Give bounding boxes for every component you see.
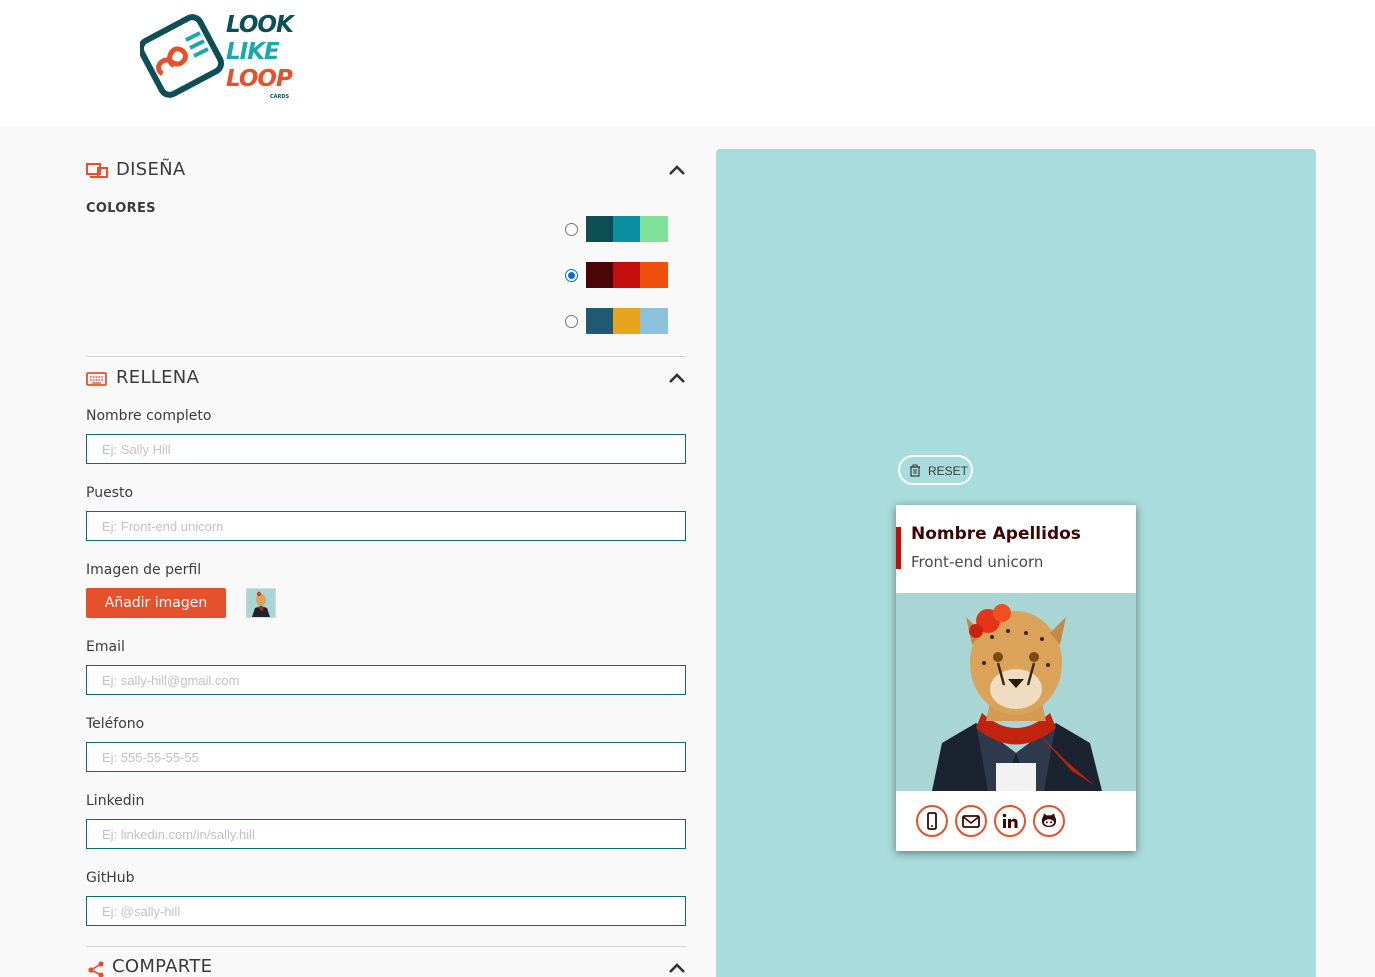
design-section-title: DISEÑA	[116, 159, 186, 180]
colors-label: COLORES	[86, 201, 156, 216]
card-preview-panel: RESET Nombre Apellidos Front-end unicorn	[716, 149, 1316, 977]
palette-3-color-2	[613, 308, 640, 334]
phone-input[interactable]	[86, 742, 686, 772]
fill-section-header[interactable]: RELLENA	[86, 364, 686, 394]
profile-image-thumbnail	[246, 588, 276, 618]
logo-line-look: LOOK	[226, 12, 294, 38]
share-icon	[88, 961, 104, 977]
palette-radio-3[interactable]	[565, 315, 578, 328]
chevron-up-icon[interactable]	[668, 371, 686, 385]
reset-label: RESET	[928, 464, 969, 478]
reset-button[interactable]: RESET	[898, 455, 973, 485]
github-icon[interactable]	[1033, 805, 1065, 837]
name-input[interactable]	[86, 434, 686, 464]
trash-icon	[910, 464, 920, 477]
linkedin-icon[interactable]	[994, 805, 1026, 837]
linkedin-label: Linkedin	[86, 793, 145, 809]
main: DISEÑA COLORES RELLENA Nombre completo E…	[0, 126, 1375, 977]
palette-2-color-2	[613, 262, 640, 288]
palette-option-1[interactable]	[565, 216, 669, 242]
mail-icon[interactable]	[955, 805, 987, 837]
logo-wordmark: LOOK LIKE LOOP	[226, 12, 294, 93]
section-divider	[86, 946, 686, 947]
card-contact-icons	[896, 803, 1136, 843]
logo-line-loop: LOOP	[226, 66, 293, 92]
palette-1-color-3	[640, 216, 668, 242]
job-input[interactable]	[86, 511, 686, 541]
add-image-button[interactable]: Añadir imagen	[86, 588, 226, 618]
logo[interactable]: LOOK LIKE LOOP CARDS	[137, 12, 295, 104]
palette-3-color-3	[640, 308, 668, 334]
palette-2-color-3	[640, 262, 668, 288]
palette-3-color-1	[586, 308, 613, 334]
card-job: Front-end unicorn	[911, 553, 1044, 571]
github-input[interactable]	[86, 896, 686, 926]
keyboard-icon	[86, 372, 107, 386]
design-icon	[86, 163, 108, 178]
palette-2-color-1	[586, 262, 613, 288]
palette-option-3[interactable]	[565, 308, 669, 334]
card-loop-icon	[137, 14, 225, 98]
share-section-title: COMPARTE	[112, 956, 213, 977]
header: LOOK LIKE LOOP CARDS	[0, 0, 1375, 126]
chevron-up-icon[interactable]	[668, 961, 686, 975]
palette-radio-2[interactable]	[565, 269, 578, 282]
chevron-up-icon[interactable]	[668, 163, 686, 177]
logo-line-like: LIKE	[226, 39, 280, 65]
card-name: Nombre Apellidos	[911, 524, 1081, 544]
palette-radio-1[interactable]	[565, 223, 578, 236]
section-divider	[86, 356, 686, 357]
fill-section-title: RELLENA	[116, 367, 200, 388]
phone-icon[interactable]	[916, 805, 948, 837]
design-section-header[interactable]: DISEÑA	[86, 156, 686, 186]
profile-card: Nombre Apellidos Front-end unicorn	[896, 505, 1136, 851]
linkedin-input[interactable]	[86, 819, 686, 849]
cheetah-portrait-image	[896, 593, 1136, 791]
phone-label: Teléfono	[86, 716, 145, 732]
card-accent-bar	[896, 527, 901, 569]
share-section-header[interactable]: COMPARTE	[86, 954, 686, 977]
palette-option-2[interactable]	[565, 262, 669, 288]
palette-1-color-2	[613, 216, 640, 242]
name-label: Nombre completo	[86, 408, 212, 424]
email-input[interactable]	[86, 665, 686, 695]
card-profile-image	[896, 593, 1136, 791]
logo-subtitle: CARDS	[270, 94, 290, 100]
job-label: Puesto	[86, 485, 134, 501]
github-label: GitHub	[86, 870, 135, 886]
email-label: Email	[86, 639, 125, 655]
image-label: Imagen de perfil	[86, 562, 202, 578]
palette-1-color-1	[586, 216, 613, 242]
cheetah-thumbnail-image	[247, 589, 275, 617]
